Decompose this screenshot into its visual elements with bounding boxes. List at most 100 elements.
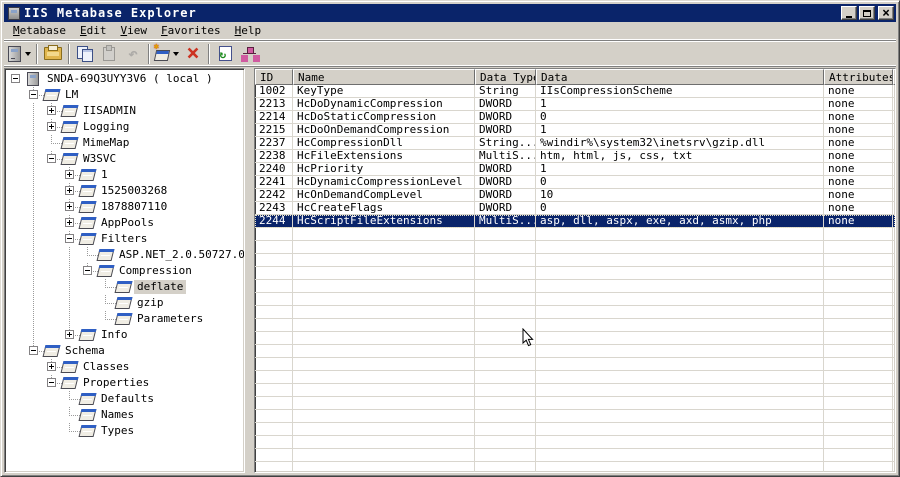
copy-button[interactable] [73,42,97,65]
tree-item-label[interactable]: ASP.NET_2.0.50727.0 [116,248,244,262]
new-key-button[interactable] [153,42,181,65]
collapse-icon[interactable] [47,154,56,163]
cell [824,358,893,371]
print-button[interactable] [41,42,65,65]
column-header-attributes[interactable]: Attributes [824,69,893,85]
menu-item-view[interactable]: View [113,23,154,39]
app-icon [8,6,20,20]
cell: %windir%\system32\inetsrv\gzip.dll [536,137,824,150]
expand-icon[interactable] [65,218,74,227]
column-header-id[interactable]: ID [255,69,293,85]
table-row[interactable]: 2243 HcCreateFlags DWORD 0 none [255,202,895,215]
dropdown-arrow-icon[interactable] [173,51,179,56]
close-button[interactable] [878,6,894,20]
cell [475,397,536,410]
collapse-icon[interactable] [65,234,74,243]
collapse-icon[interactable] [83,266,92,275]
refresh-button[interactable] [213,42,237,65]
menu-item-metabase[interactable]: Metabase [6,23,73,39]
tree-item-label[interactable]: deflate [134,280,187,294]
expand-icon[interactable] [65,170,74,179]
table-row[interactable]: 2240 HcPriority DWORD 1 none [255,163,895,176]
tree-item-label[interactable]: Parameters [134,312,206,326]
tree-item-label[interactable]: 1878807110 [98,200,170,214]
cell: 1 [536,98,824,111]
empty-row [255,384,895,397]
collapse-icon[interactable] [29,90,38,99]
expand-icon[interactable] [65,330,74,339]
cell [893,267,895,280]
empty-row [255,332,895,345]
splitter[interactable] [245,68,254,473]
column-header-filler [893,69,895,85]
table-row[interactable]: 2215 HcDoOnDemandCompression DWORD 1 none [255,124,895,137]
cell [293,345,475,358]
tree-item-label[interactable]: Classes [80,360,132,374]
connect-server-button[interactable] [6,42,33,65]
menu-item-favorites[interactable]: Favorites [154,23,228,39]
collapse-icon[interactable] [47,378,56,387]
cell [475,345,536,358]
tree-item-label[interactable]: AppPools [98,216,157,230]
cell [475,293,536,306]
table-row[interactable]: 2237 HcCompressionDll String... %windir%\sy… [255,137,895,150]
delete-button[interactable] [181,42,205,65]
tree-item-label[interactable]: Logging [80,120,132,134]
cell [893,345,895,358]
cell [293,384,475,397]
tree-item-label[interactable]: LM [62,88,81,102]
minimize-button[interactable] [841,6,857,20]
table-row[interactable]: 1002 KeyType String IIsCompressionScheme non… [255,85,895,98]
tree-item-label[interactable]: IISADMIN [80,104,139,118]
cell [824,293,893,306]
tree-item-label[interactable]: MimeMap [80,136,132,150]
cell [536,462,824,472]
view-hierarchy-button[interactable] [237,42,261,65]
table-row[interactable]: 2214 HcDoStaticCompression DWORD 0 none [255,111,895,124]
toolbar [4,40,896,67]
column-header-data[interactable]: Data [536,69,824,85]
tree-item-label[interactable]: gzip [134,296,167,310]
column-header-data-type[interactable]: Data Type [475,69,536,85]
cell: 1 [536,124,824,137]
cell [893,358,895,371]
collapse-icon[interactable] [11,74,20,83]
dropdown-arrow-icon[interactable] [25,51,31,56]
tree-item-label[interactable]: 1525003268 [98,184,170,198]
cell [536,423,824,436]
cell [824,384,893,397]
maximize-button[interactable] [859,6,875,20]
tree-item-label[interactable]: Compression [116,264,195,278]
table-row[interactable]: 2213 HcDoDynamicCompression DWORD 1 none [255,98,895,111]
tree-item-label[interactable]: 1 [98,168,111,182]
table-row[interactable]: 2244 HcScriptFileExtensions MultiS... asp, … [255,215,895,228]
tree-item-label[interactable]: W3SVC [80,152,119,166]
expand-icon[interactable] [65,202,74,211]
table-row[interactable]: 2242 HcOnDemandCompLevel DWORD 10 none [255,189,895,202]
tree-item-label[interactable]: Info [98,328,131,342]
empty-row [255,228,895,241]
expand-icon[interactable] [47,362,56,371]
cell [293,319,475,332]
cell [255,371,293,384]
tree-item-label[interactable]: Schema [62,344,108,358]
table-row[interactable]: 2241 HcDynamicCompressionLevel DWORD 0 none [255,176,895,189]
table-row[interactable]: 2238 HcFileExtensions MultiS... htm, html, … [255,150,895,163]
tree-item-label[interactable]: Names [98,408,137,422]
cell [536,280,824,293]
key-icon [78,233,97,245]
tree-item-label[interactable]: Filters [98,232,150,246]
tree-item-label[interactable]: SNDA-69Q3UYY3V6 ( local ) [44,72,216,86]
tree-item-label[interactable]: Properties [80,376,152,390]
cell: DWORD [475,111,536,124]
menu-item-edit[interactable]: Edit [73,23,114,39]
menu-item-help[interactable]: Help [228,23,269,39]
tree-item-label[interactable]: Defaults [98,392,157,406]
expand-icon[interactable] [65,186,74,195]
collapse-icon[interactable] [29,346,38,355]
cell [824,345,893,358]
expand-icon[interactable] [47,106,56,115]
tree-item-label[interactable]: Types [98,424,137,438]
column-header-name[interactable]: Name [293,69,475,85]
expand-icon[interactable] [47,122,56,131]
